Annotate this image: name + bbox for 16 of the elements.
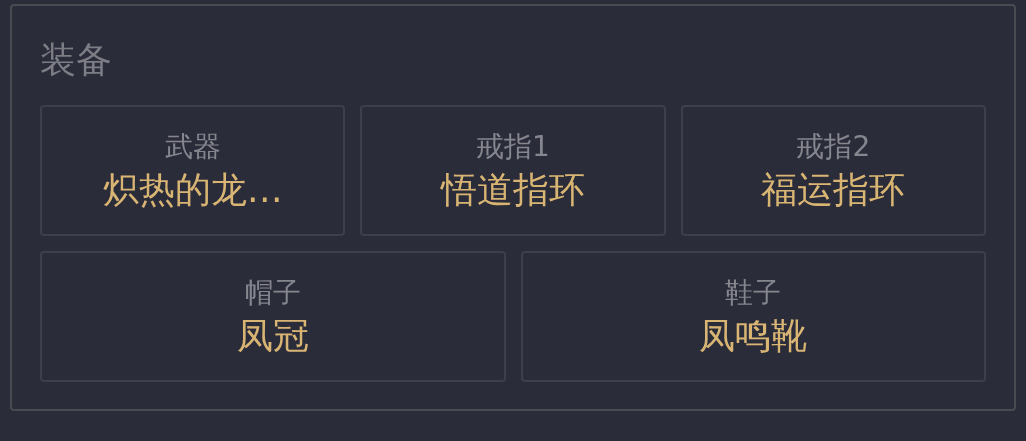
slot-value: 炽热的龙… [102,168,283,211]
slot-value: 福运指环 [761,168,906,211]
slot-label: 戒指1 [476,130,550,163]
equipment-slot[interactable]: 戒指1 悟道指环 [360,105,666,236]
slot-label: 鞋子 [725,276,782,309]
slot-label: 帽子 [244,276,301,309]
panel-title: 装备 [40,40,112,80]
equipment-slot[interactable]: 鞋子 凤鸣靴 [520,251,986,382]
slot-label: 武器 [164,130,221,163]
slot-label: 戒指2 [796,130,871,163]
slot-value: 凤鸣靴 [699,314,808,357]
equipment-slot[interactable]: 武器 炽热的龙… [40,105,346,236]
slot-value: 凤冠 [236,314,309,357]
equipment-slot[interactable]: 帽子 凤冠 [40,251,506,382]
equipment-slot[interactable]: 戒指2 福运指环 [680,105,986,236]
slot-value: 悟道指环 [441,168,585,211]
